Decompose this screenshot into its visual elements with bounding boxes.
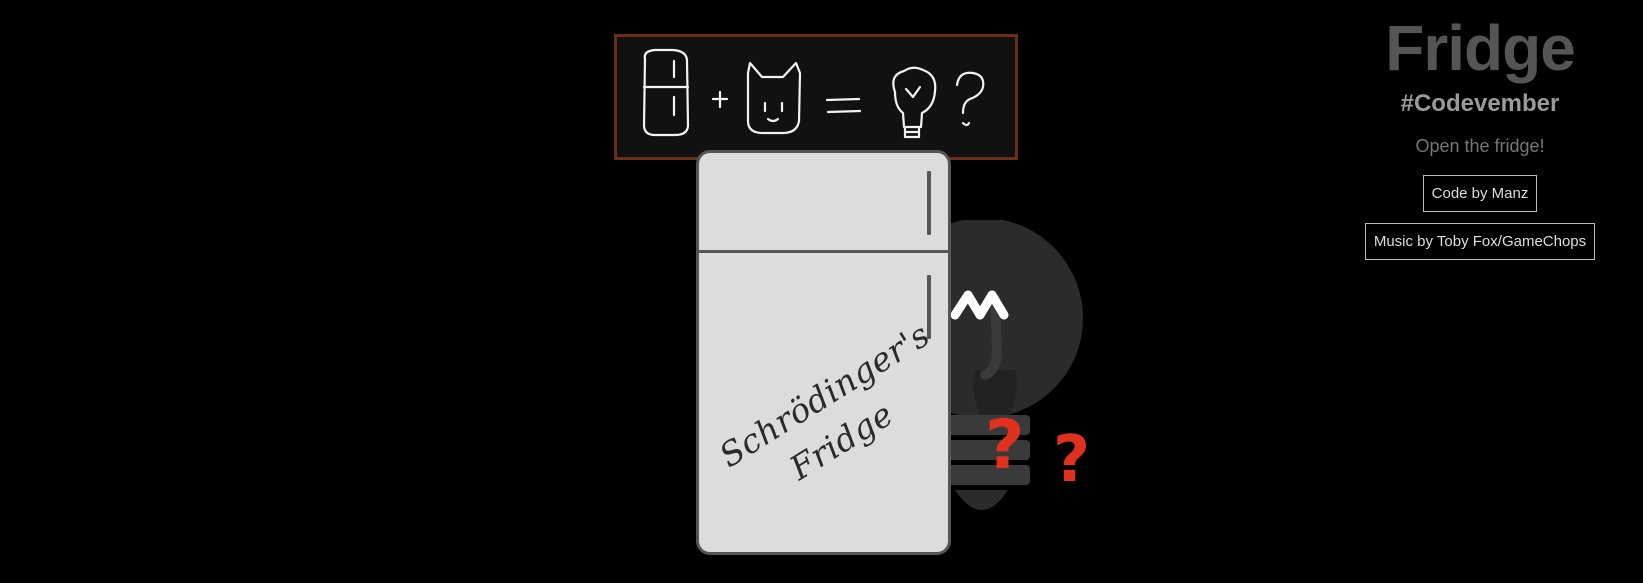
question-mark-icon: ? xyxy=(1053,423,1091,497)
stage: Schrödinger's Fridge ? ? Fridge #Codevem… xyxy=(0,0,1643,583)
freezer-handle xyxy=(927,171,931,235)
hint-text: Open the fridge! xyxy=(1415,136,1545,156)
fridge-label: Schrödinger's Fridge xyxy=(710,315,947,520)
chalk-equation-icon xyxy=(642,48,985,139)
page-subtitle: #Codevember xyxy=(1400,90,1560,117)
page-title: Fridge xyxy=(1385,12,1576,84)
code-by-link[interactable]: Code by Manz xyxy=(1422,175,1538,212)
question-mark-icon: ? xyxy=(985,406,1025,485)
chalkboard xyxy=(614,34,1018,160)
info-panel: Fridge #Codevember Open the fridge! Code… xyxy=(1340,10,1620,260)
music-by-link[interactable]: Music by Toby Fox/GameChops xyxy=(1364,223,1596,260)
fridge-handle xyxy=(927,275,931,339)
fridge-button[interactable]: Schrödinger's Fridge xyxy=(696,150,951,555)
freezer-door[interactable] xyxy=(699,153,948,253)
